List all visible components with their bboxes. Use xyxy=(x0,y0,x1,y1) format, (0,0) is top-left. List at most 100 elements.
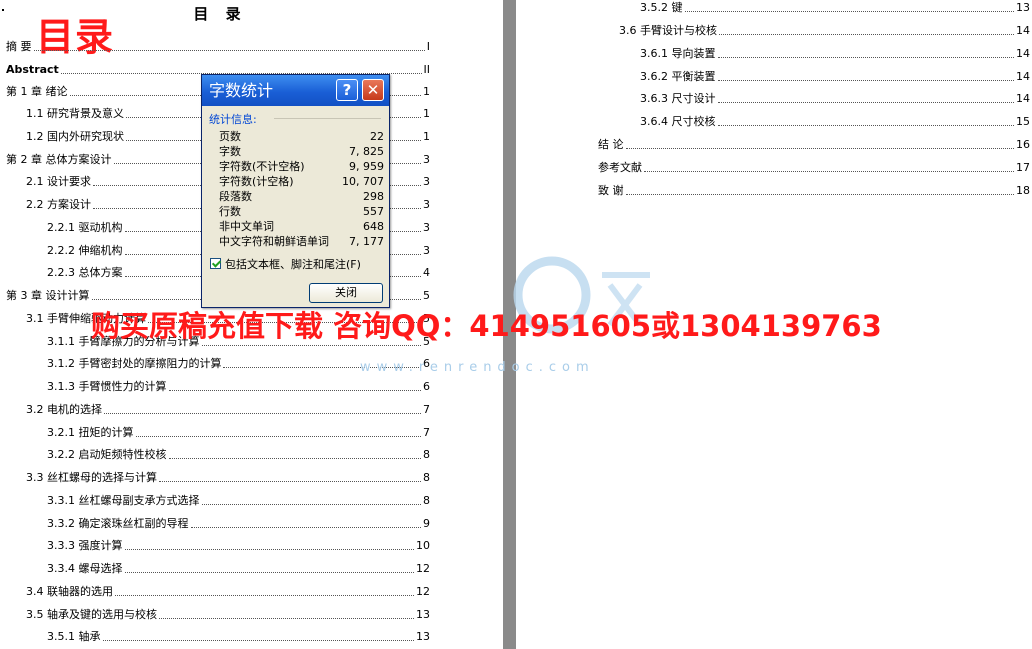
toc-entry-page: 8 xyxy=(423,471,430,484)
toc-entry-label: 3.5 轴承及键的选用与校核 xyxy=(26,608,157,621)
stat-label: 行数 xyxy=(219,205,241,218)
toc-entry-label: 3.1.2 手臂密封处的摩擦阻力的计算 xyxy=(47,357,222,370)
toc-entry[interactable]: 3.3.3 强度计算 10 xyxy=(47,539,430,553)
toc-entry-page: 3 xyxy=(423,175,430,188)
stat-label: 字符数(计空格) xyxy=(219,175,294,188)
toc-entry[interactable]: 参考文献 17 xyxy=(598,161,1030,175)
toc-entry-page: 1 xyxy=(423,130,430,143)
toc-entry-label: 2.2 方案设计 xyxy=(26,198,91,211)
toc-entry[interactable]: 3.5.1 轴承 13 xyxy=(47,630,430,644)
toc-entry[interactable]: 3.1.3 手臂惯性力的计算 6 xyxy=(47,380,430,394)
toc-entry-label: 3.6.1 导向装置 xyxy=(640,47,716,60)
toc-dot-leader xyxy=(135,435,421,437)
toc-entry-label: 致 谢 xyxy=(598,184,624,197)
toc-entry-label: 3.4 联轴器的选用 xyxy=(26,585,113,598)
toc-entry-label: 3.2.2 启动矩频特性校核 xyxy=(47,448,167,461)
stats-group-label: 统计信息: xyxy=(209,113,257,126)
toc-entry-label: 3.2.1 扭矩的计算 xyxy=(47,426,134,439)
toc-entry-page: 3 xyxy=(423,244,430,257)
stat-value: 9, 959 xyxy=(349,160,384,173)
toc-entry-page: 14 xyxy=(1016,24,1030,37)
dialog-titlebar[interactable]: 字数统计 xyxy=(202,75,389,106)
toc-entry-label: 摘 要 xyxy=(6,40,32,53)
toc-entry-label: 2.2.3 总体方案 xyxy=(47,266,123,279)
toc-entry-label: 结 论 xyxy=(598,138,624,151)
toc-entry[interactable]: 摘 要I xyxy=(6,40,430,54)
include-textboxes-checkbox[interactable]: 包括文本框、脚注和尾注(F) xyxy=(210,256,361,271)
toc-entry-page: 9 xyxy=(423,517,430,530)
toc-entry[interactable]: 3.3.2 确定滚珠丝杠副的导程 9 xyxy=(47,517,430,531)
toc-entry-label: 3.6 手臂设计与校核 xyxy=(619,24,717,37)
toc-entry-page: 5 xyxy=(423,289,430,302)
toc-entry[interactable]: 3.6.1 导向装置 14 xyxy=(640,47,1030,61)
stat-label: 中文字符和朝鲜语单词 xyxy=(219,235,329,248)
toc-entry-label: 3.6.2 平衡装置 xyxy=(640,70,716,83)
stat-row-pages: 页数 22 xyxy=(219,129,384,144)
toc-dot-leader xyxy=(102,639,414,641)
toc-entry-page: 6 xyxy=(423,380,430,393)
red-banner-overlay: 购买原稿充值下载 咨询QQ：414951605或1304139763 xyxy=(91,309,882,343)
toc-dot-leader xyxy=(201,503,421,505)
toc-dot-leader xyxy=(717,101,1014,103)
toc-entry-label: 第 1 章 绪论 xyxy=(6,85,68,98)
toc-dot-leader xyxy=(124,548,414,550)
toc-entry-page: 12 xyxy=(416,562,430,575)
toc-entry-label: 3.6.4 尺寸校核 xyxy=(640,115,716,128)
toc-entry-page: 14 xyxy=(1016,70,1030,83)
help-icon[interactable]: ? xyxy=(336,79,358,101)
close-button[interactable]: 关闭 xyxy=(309,283,383,303)
close-icon[interactable]: ✕ xyxy=(362,79,384,101)
toc-entry-page: 7 xyxy=(423,403,430,416)
toc-entry-page: 1 xyxy=(423,107,430,120)
toc-entry[interactable]: 3.3.1 丝杠螺母副支承方式选择 8 xyxy=(47,494,430,508)
toc-entry[interactable]: 3.5 轴承及键的选用与校核 13 xyxy=(26,608,430,622)
toc-entry[interactable]: 3.3.4 螺母选择 12 xyxy=(47,562,430,576)
toc-dot-leader xyxy=(115,594,414,596)
toc-entry[interactable]: 3.3 丝杠螺母的选择与计算 8 xyxy=(26,471,430,485)
stat-row-paragraphs: 段落数 298 xyxy=(219,189,384,204)
toc-entry-page: 17 xyxy=(1016,161,1030,174)
toc-entry[interactable]: 3.2.1 扭矩的计算 7 xyxy=(47,426,430,440)
toc-entry-page: 14 xyxy=(1016,92,1030,105)
toc-entry-label: 3.3 丝杠螺母的选择与计算 xyxy=(26,471,157,484)
toc-entry-label: 3.3.2 确定滚珠丝杠副的导程 xyxy=(47,517,189,530)
toc-entry-label: 2.1 设计要求 xyxy=(26,175,91,188)
toc-dot-leader xyxy=(168,389,421,391)
toc-entry[interactable]: 3.6 手臂设计与校核 14 xyxy=(619,24,1030,38)
toc-dot-leader xyxy=(190,526,421,528)
toc-entry[interactable]: 结 论 16 xyxy=(598,138,1030,152)
checkbox-checked-icon[interactable] xyxy=(210,258,221,269)
toc-entry-page: 12 xyxy=(416,585,430,598)
toc-entry-label: 参考文献 xyxy=(598,161,642,174)
toc-entry-page: 13 xyxy=(416,630,430,643)
toc-dot-leader xyxy=(33,49,425,51)
toc-entry-page: 15 xyxy=(1016,115,1030,128)
stat-value: 7, 177 xyxy=(349,235,384,248)
toc-entry[interactable]: 3.2 电机的选择 7 xyxy=(26,403,430,417)
toc-entry[interactable]: 3.2.2 启动矩频特性校核 8 xyxy=(47,448,430,462)
stat-row-chinese-chars: 中文字符和朝鲜语单词 7, 177 xyxy=(219,234,384,249)
toc-dot-leader xyxy=(644,170,1014,172)
toc-entry-page: 3 xyxy=(423,198,430,211)
stat-value: 7, 825 xyxy=(349,145,384,158)
toc-entry-page: I xyxy=(426,40,430,53)
toc-entry-page: 7 xyxy=(423,426,430,439)
toc-entry-page: 16 xyxy=(1016,138,1030,151)
stat-value: 22 xyxy=(370,130,384,143)
toc-entry[interactable]: 3.6.2 平衡装置 14 xyxy=(640,70,1030,84)
toc-entry-label: 第 3 章 设计计算 xyxy=(6,289,90,302)
watermark-url: www.renrendoc.com xyxy=(360,360,595,375)
toc-entry[interactable]: 3.6.4 尺寸校核 15 xyxy=(640,115,1030,129)
toc-dot-leader xyxy=(717,124,1014,126)
toc-entry[interactable]: 3.4 联轴器的选用 12 xyxy=(26,585,430,599)
toc-entry-page: 18 xyxy=(1016,184,1030,197)
toc-entry[interactable]: 3.5.2 键 13 xyxy=(640,1,1030,15)
stat-row-non-chinese-words: 非中文单词 648 xyxy=(219,219,384,234)
stat-row-chars-with-space: 字符数(计空格) 10, 707 xyxy=(219,174,384,189)
toc-entry-page: 1 xyxy=(423,85,430,98)
toc-entry[interactable]: 致 谢 18 xyxy=(598,184,1030,198)
toc-entry[interactable]: 3.6.3 尺寸设计 14 xyxy=(640,92,1030,106)
dialog-title: 字数统计 xyxy=(209,81,274,100)
stat-label: 段落数 xyxy=(219,190,252,203)
toc-entry-label: 1.1 研究背景及意义 xyxy=(26,107,124,120)
